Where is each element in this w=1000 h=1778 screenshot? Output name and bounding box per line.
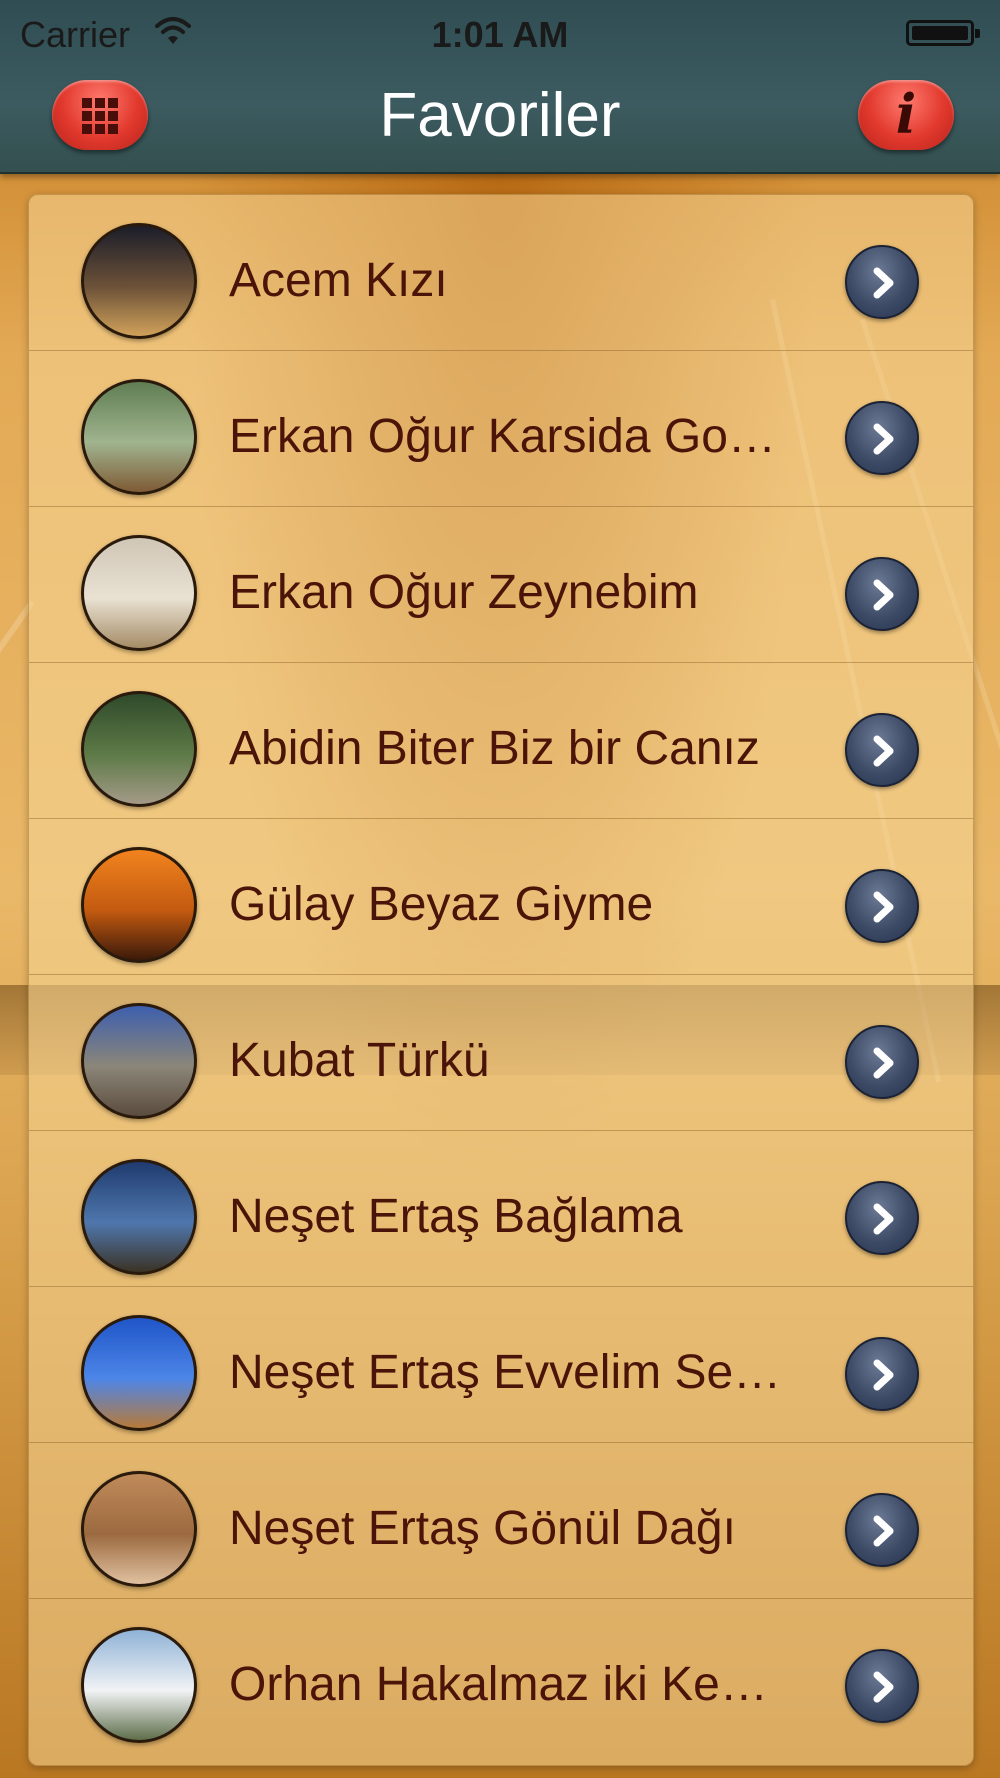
list-item[interactable]: Neşet Ertaş Gönül Dağı bbox=[29, 1443, 973, 1599]
song-thumbnail bbox=[81, 691, 197, 807]
info-icon: i bbox=[895, 82, 917, 146]
song-title: Erkan Oğur Karsida Go… bbox=[229, 410, 776, 463]
navigation-bar: Carrier 1:01 AM Favoriler i bbox=[0, 0, 1000, 174]
song-title: Kubat Türkü bbox=[229, 1034, 490, 1087]
song-title: Acem Kızı bbox=[229, 254, 448, 307]
info-button[interactable]: i bbox=[858, 80, 954, 150]
chevron-right-icon[interactable] bbox=[845, 1025, 919, 1099]
song-thumbnail bbox=[81, 379, 197, 495]
chevron-right-icon[interactable] bbox=[845, 1493, 919, 1567]
page-title: Favoriler bbox=[379, 81, 621, 150]
chevron-right-icon[interactable] bbox=[845, 1181, 919, 1255]
song-thumbnail bbox=[81, 1627, 197, 1743]
song-thumbnail bbox=[81, 223, 197, 339]
list-item[interactable]: Erkan Oğur Karsida Go… bbox=[29, 351, 973, 507]
chevron-right-icon[interactable] bbox=[845, 401, 919, 475]
list-item[interactable]: Acem Kızı bbox=[29, 195, 973, 351]
list-item[interactable]: Erkan Oğur Zeynebim bbox=[29, 507, 973, 663]
list-item[interactable]: Neşet Ertaş Evvelim Se… bbox=[29, 1287, 973, 1443]
list-item[interactable]: Neşet Ertaş Bağlama bbox=[29, 1131, 973, 1287]
song-thumbnail bbox=[81, 1003, 197, 1119]
song-thumbnail bbox=[81, 1315, 197, 1431]
song-title: Abidin Biter Biz bir Canız bbox=[229, 722, 760, 775]
list-item[interactable]: Gülay Beyaz Giyme bbox=[29, 819, 973, 975]
chevron-right-icon[interactable] bbox=[845, 713, 919, 787]
song-title: Neşet Ertaş Bağlama bbox=[229, 1190, 683, 1243]
battery-icon bbox=[906, 20, 980, 46]
song-title: Orhan Hakalmaz iki Ke… bbox=[229, 1658, 768, 1711]
song-thumbnail bbox=[81, 1159, 197, 1275]
status-bar: Carrier 1:01 AM bbox=[0, 0, 1000, 64]
song-thumbnail bbox=[81, 1471, 197, 1587]
song-thumbnail bbox=[81, 847, 197, 963]
list-item[interactable]: Abidin Biter Biz bir Canız bbox=[29, 663, 973, 819]
song-title: Neşet Ertaş Evvelim Se… bbox=[229, 1346, 782, 1399]
chevron-right-icon[interactable] bbox=[845, 245, 919, 319]
chevron-right-icon[interactable] bbox=[845, 557, 919, 631]
song-title: Erkan Oğur Zeynebim bbox=[229, 566, 699, 619]
song-thumbnail bbox=[81, 535, 197, 651]
chevron-right-icon[interactable] bbox=[845, 869, 919, 943]
list-item[interactable]: Kubat Türkü bbox=[29, 975, 973, 1131]
favorites-list: Acem Kızı Erkan Oğur Karsida Go… Erkan Oğu… bbox=[28, 194, 974, 1766]
status-time: 1:01 AM bbox=[431, 14, 569, 55]
chevron-right-icon[interactable] bbox=[845, 1649, 919, 1723]
chevron-right-icon[interactable] bbox=[845, 1337, 919, 1411]
song-title: Neşet Ertaş Gönül Dağı bbox=[229, 1502, 736, 1555]
song-title: Gülay Beyaz Giyme bbox=[229, 878, 654, 931]
list-item[interactable]: Orhan Hakalmaz iki Ke… bbox=[29, 1599, 973, 1755]
